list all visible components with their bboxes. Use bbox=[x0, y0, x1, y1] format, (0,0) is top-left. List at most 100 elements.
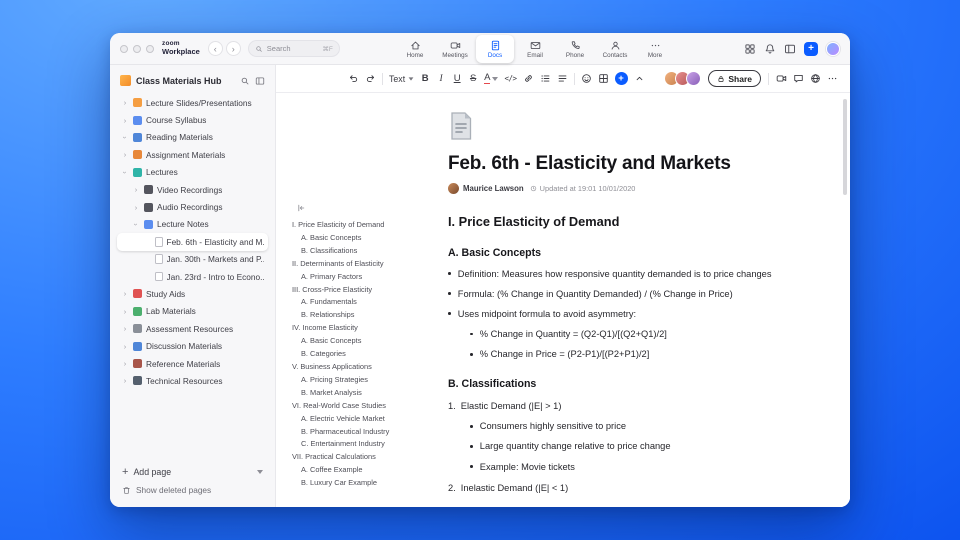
doc-bullet-item[interactable]: Formula: (% Change in Quantity Demanded)… bbox=[448, 289, 788, 300]
plus-button[interactable]: + bbox=[804, 41, 818, 56]
toc-item[interactable]: A. Electric Vehicle Market bbox=[292, 413, 402, 426]
chevron-down-icon[interactable]: › bbox=[132, 220, 141, 228]
forward-button[interactable]: › bbox=[225, 41, 241, 56]
toc-item[interactable]: A. Pricing Strategies bbox=[292, 374, 402, 387]
sidebar-item[interactable]: › Study Aids bbox=[117, 285, 268, 302]
undo-icon[interactable] bbox=[348, 71, 359, 87]
underline-icon[interactable]: U bbox=[452, 71, 462, 87]
tab-contacts[interactable]: Contacts bbox=[596, 35, 634, 63]
back-button[interactable]: ‹ bbox=[207, 41, 223, 56]
bullet-list-icon[interactable] bbox=[540, 71, 551, 87]
sidebar-collapse-icon[interactable] bbox=[255, 76, 265, 86]
doc-heading-2[interactable]: A. Basic Concepts bbox=[448, 247, 788, 259]
search-input[interactable]: Search ⌘F bbox=[247, 40, 340, 57]
chevron-right-icon[interactable]: › bbox=[121, 342, 129, 351]
sidebar-item[interactable]: › Assignment Materials bbox=[117, 146, 268, 163]
sidebar-item[interactable]: Jan. 30th - Markets and P... bbox=[117, 251, 268, 268]
toc-item[interactable]: VII. Practical Calculations bbox=[292, 451, 402, 464]
collapse-toolbar-icon[interactable] bbox=[634, 71, 645, 87]
toc-item[interactable]: I. Price Elasticity of Demand bbox=[292, 219, 402, 232]
toc-item[interactable]: A. Primary Factors bbox=[292, 271, 402, 284]
sidebar-item[interactable]: › Discussion Materials bbox=[117, 337, 268, 354]
chevron-right-icon[interactable]: › bbox=[121, 359, 129, 368]
table-icon[interactable] bbox=[598, 71, 609, 87]
camera-icon[interactable] bbox=[776, 71, 787, 87]
sidebar-item[interactable]: Feb. 6th - Elasticity and M... bbox=[117, 233, 268, 251]
sidebar-item[interactable]: › Video Recordings bbox=[117, 181, 268, 198]
toc-item[interactable]: II. Determinants of Elasticity bbox=[292, 258, 402, 271]
toc-item[interactable]: IV. Income Elasticity bbox=[292, 322, 402, 335]
toc-item[interactable]: A. Coffee Example bbox=[292, 464, 402, 477]
chevron-right-icon[interactable]: › bbox=[121, 116, 129, 125]
add-page-button[interactable]: + Add page bbox=[122, 463, 263, 481]
italic-icon[interactable]: I bbox=[436, 71, 446, 87]
sidebar-item[interactable]: › Reference Materials bbox=[117, 355, 268, 372]
toc-item[interactable]: B. Relationships bbox=[292, 309, 402, 322]
toc-item[interactable]: B. Market Analysis bbox=[292, 387, 402, 400]
insert-plus-icon[interactable]: + bbox=[614, 72, 628, 85]
sidebar-item[interactable]: › Lectures bbox=[117, 164, 268, 181]
sidebar-item[interactable]: › Reading Materials bbox=[117, 129, 268, 146]
panel-icon[interactable] bbox=[784, 43, 796, 55]
toc-collapse-icon[interactable] bbox=[296, 203, 306, 213]
chevron-right-icon[interactable]: › bbox=[132, 185, 140, 194]
close-window-button[interactable] bbox=[120, 44, 128, 53]
chevron-right-icon[interactable]: › bbox=[121, 307, 129, 316]
bold-icon[interactable]: B bbox=[420, 71, 430, 87]
profile-avatar[interactable] bbox=[826, 41, 840, 56]
strikethrough-icon[interactable]: S bbox=[468, 71, 478, 87]
chevron-right-icon[interactable]: › bbox=[121, 98, 129, 107]
tab-docs[interactable]: Docs bbox=[476, 35, 514, 63]
doc-heading-2[interactable]: B. Classifications bbox=[448, 378, 788, 390]
toc-item[interactable]: A. Basic Concepts bbox=[292, 335, 402, 348]
scrollbar[interactable] bbox=[843, 99, 847, 195]
toc-item[interactable]: VI. Real-World Case Studies bbox=[292, 400, 402, 413]
tab-home[interactable]: Home bbox=[396, 35, 434, 63]
doc-numbered-item[interactable]: 2. Inelastic Demand (|E| < 1) bbox=[448, 483, 788, 494]
chevron-right-icon[interactable]: › bbox=[121, 376, 129, 385]
text-color-icon[interactable]: A bbox=[484, 71, 499, 87]
share-button[interactable]: Share bbox=[708, 70, 761, 87]
doc-bullet-item[interactable]: Example: Movie tickets bbox=[470, 462, 788, 473]
doc-numbered-item[interactable]: 1. Elastic Demand (|E| > 1) bbox=[448, 401, 788, 412]
doc-bullet-item[interactable]: Consumers highly sensitive to price bbox=[470, 421, 788, 432]
show-deleted-pages-button[interactable]: Show deleted pages bbox=[122, 481, 263, 499]
chevron-down-icon[interactable] bbox=[257, 470, 263, 474]
maximize-window-button[interactable] bbox=[146, 44, 154, 53]
link-icon[interactable] bbox=[523, 71, 534, 87]
sidebar-search-icon[interactable] bbox=[240, 76, 250, 86]
doc-bullet-item[interactable]: Large quantity change relative to price … bbox=[470, 441, 788, 452]
tab-phone[interactable]: Phone bbox=[556, 35, 594, 63]
sidebar-item[interactable]: › Course Syllabus bbox=[117, 111, 268, 128]
chevron-right-icon[interactable]: › bbox=[132, 203, 140, 212]
sidebar-item[interactable]: › Lecture Notes bbox=[117, 216, 268, 233]
globe-icon[interactable] bbox=[810, 71, 821, 87]
toc-item[interactable]: B. Pharmaceutical Industry bbox=[292, 426, 402, 439]
sidebar-item[interactable]: › Audio Recordings bbox=[117, 198, 268, 215]
tab-email[interactable]: Email bbox=[516, 35, 554, 63]
toc-item[interactable]: B. Categories bbox=[292, 348, 402, 361]
toc-item[interactable]: B. Classifications bbox=[292, 245, 402, 258]
chevron-right-icon[interactable]: › bbox=[121, 289, 129, 298]
tab-meetings[interactable]: Meetings bbox=[436, 35, 474, 63]
chat-icon[interactable] bbox=[793, 71, 804, 87]
emoji-icon[interactable] bbox=[581, 71, 592, 87]
chevron-right-icon[interactable]: › bbox=[121, 150, 129, 159]
text-style-dropdown[interactable]: Text bbox=[389, 74, 414, 84]
doc-heading-1[interactable]: I. Price Elasticity of Demand bbox=[448, 214, 788, 229]
redo-icon[interactable] bbox=[365, 71, 376, 87]
more-icon[interactable] bbox=[827, 71, 838, 87]
toc-item[interactable]: A. Fundamentals bbox=[292, 296, 402, 309]
sidebar-item[interactable]: › Lecture Slides/Presentations bbox=[117, 94, 268, 111]
chevron-right-icon[interactable]: › bbox=[121, 324, 129, 333]
doc-bullet-item[interactable]: Uses midpoint formula to avoid asymmetry… bbox=[448, 309, 788, 320]
sidebar-item[interactable]: › Lab Materials bbox=[117, 303, 268, 320]
chevron-down-icon[interactable]: › bbox=[121, 168, 130, 176]
bell-icon[interactable] bbox=[764, 43, 776, 55]
toc-item[interactable]: A. Basic Concepts bbox=[292, 232, 402, 245]
minimize-window-button[interactable] bbox=[133, 44, 141, 53]
collaborator-avatar[interactable] bbox=[686, 71, 702, 86]
tab-more[interactable]: More bbox=[636, 35, 674, 63]
sidebar-item[interactable]: Jan. 23rd - Intro to Econo... bbox=[117, 268, 268, 285]
align-icon[interactable] bbox=[557, 71, 568, 87]
